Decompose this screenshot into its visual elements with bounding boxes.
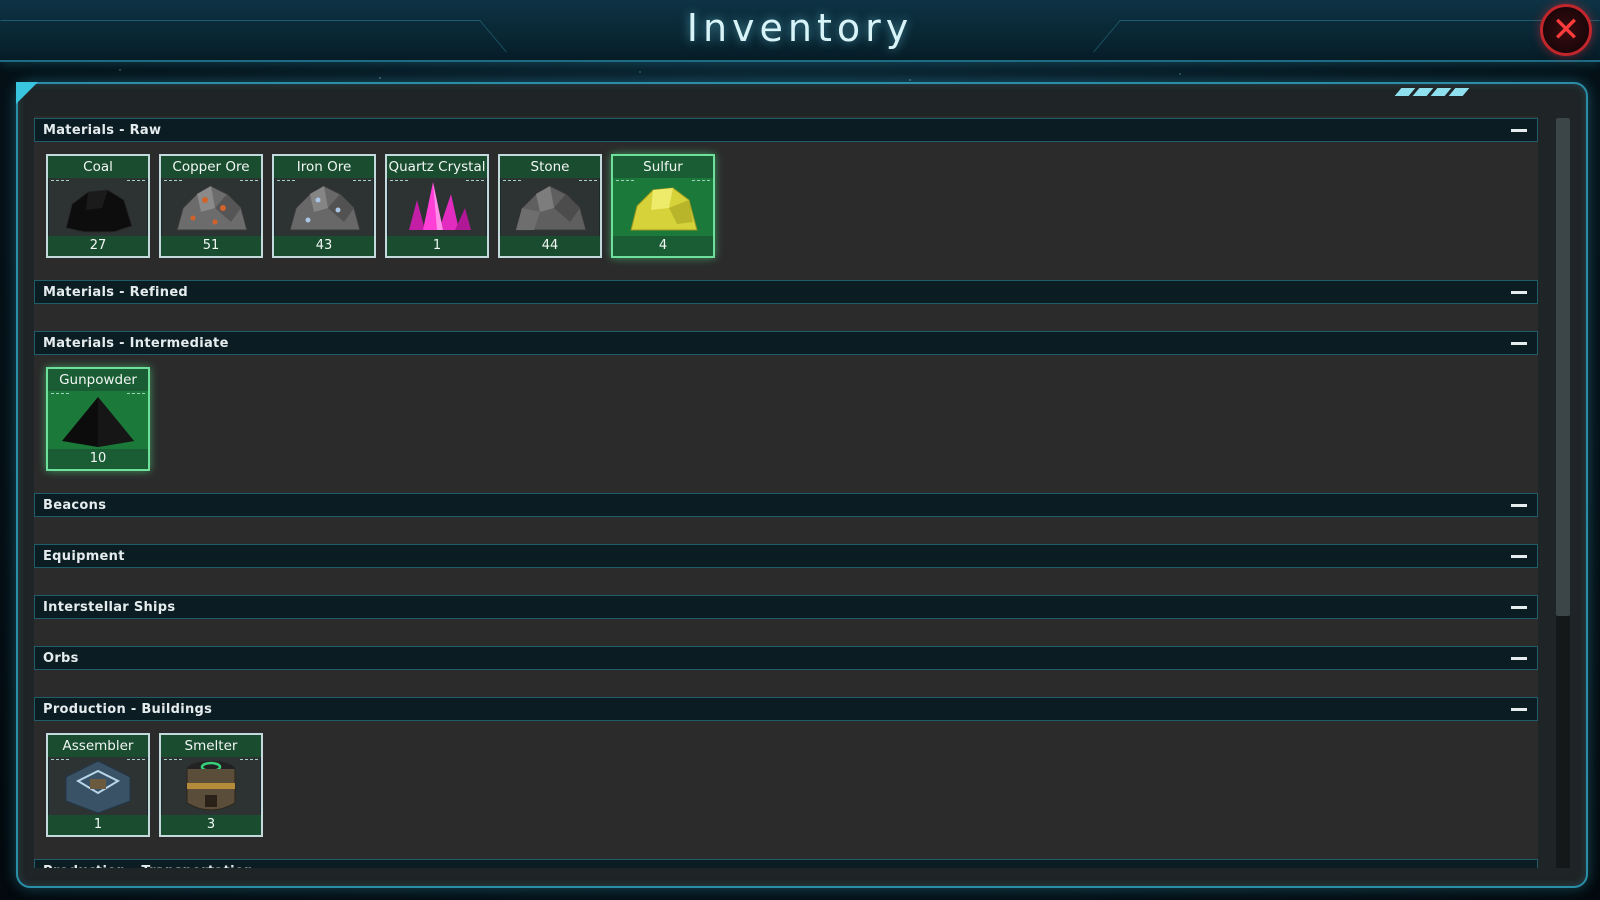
item-name: Sulfur: [613, 156, 713, 178]
section-header[interactable]: Materials - Raw: [34, 118, 1538, 142]
section-title: Production - Buildings: [43, 701, 213, 717]
section-title: Orbs: [43, 650, 79, 666]
section-body: [34, 619, 1538, 644]
inventory-item-tile[interactable]: Stone 44: [498, 154, 602, 258]
section-header[interactable]: Materials - Intermediate: [34, 331, 1538, 355]
inventory-list[interactable]: Materials - Raw Coal 27 Copper Ore 51 Iron Or…: [34, 116, 1538, 868]
inventory-panel: Materials - Raw Coal 27 Copper Ore 51 Iron Or…: [16, 82, 1588, 888]
item-name: Copper Ore: [161, 156, 261, 178]
item-count: 3: [161, 815, 261, 835]
collapse-minus-icon[interactable]: [1511, 605, 1527, 609]
item-count: 10: [48, 449, 148, 469]
scrollbar[interactable]: [1556, 118, 1570, 868]
inventory-item-tile[interactable]: Iron Ore 43: [272, 154, 376, 258]
item-count: 51: [161, 236, 261, 256]
section-title: Beacons: [43, 497, 107, 513]
item-name: Stone: [500, 156, 600, 178]
section-header[interactable]: Equipment: [34, 544, 1538, 568]
section-title: Equipment: [43, 548, 125, 564]
section-title: Production - Transportation: [43, 864, 254, 869]
iron-ore-icon: [284, 178, 364, 236]
section-body: [34, 304, 1538, 329]
section-body: Assembler 1 Smelter 3: [34, 721, 1538, 857]
item-name: Smelter: [161, 735, 261, 757]
frame-stripes-decoration: [1394, 88, 1470, 96]
inventory-item-tile[interactable]: Smelter 3: [159, 733, 263, 837]
section-header[interactable]: Production - Transportation: [34, 859, 1538, 868]
section-title: Materials - Refined: [43, 284, 189, 300]
item-count: 44: [500, 236, 600, 256]
gunpowder-icon: [58, 391, 138, 449]
close-button[interactable]: ✕: [1540, 4, 1592, 56]
item-name: Gunpowder: [48, 369, 148, 391]
collapse-minus-icon[interactable]: [1511, 554, 1527, 558]
section-header[interactable]: Materials - Refined: [34, 280, 1538, 304]
inventory-item-tile[interactable]: Gunpowder 10: [46, 367, 150, 471]
section-body: [34, 670, 1538, 695]
section-header[interactable]: Interstellar Ships: [34, 595, 1538, 619]
collapse-minus-icon[interactable]: [1511, 341, 1527, 345]
section-body: Gunpowder 10: [34, 355, 1538, 491]
title-bar: Inventory: [0, 0, 1600, 62]
coal-icon: [58, 178, 138, 236]
section-body: [34, 517, 1538, 542]
item-name: Assembler: [48, 735, 148, 757]
item-count: 1: [48, 815, 148, 835]
section-body: [34, 568, 1538, 593]
scrollbar-thumb[interactable]: [1556, 118, 1570, 616]
item-count: 4: [613, 236, 713, 256]
close-x-icon: ✕: [1551, 10, 1581, 50]
item-count: 43: [274, 236, 374, 256]
inventory-item-tile[interactable]: Coal 27: [46, 154, 150, 258]
sulfur-icon: [623, 178, 703, 236]
item-count: 27: [48, 236, 148, 256]
section-title: Materials - Intermediate: [43, 335, 229, 351]
collapse-minus-icon[interactable]: [1511, 128, 1527, 132]
collapse-minus-icon[interactable]: [1511, 290, 1527, 294]
item-name: Iron Ore: [274, 156, 374, 178]
quartz-crystal-icon: [397, 178, 477, 236]
item-name: Coal: [48, 156, 148, 178]
copper-ore-icon: [171, 178, 251, 236]
collapse-minus-icon[interactable]: [1511, 656, 1527, 660]
section-body: Coal 27 Copper Ore 51 Iron Ore 43 Quartz Cryst…: [34, 142, 1538, 278]
inventory-item-tile[interactable]: Copper Ore 51: [159, 154, 263, 258]
window-title: Inventory: [686, 6, 914, 50]
section-title: Interstellar Ships: [43, 599, 176, 615]
assembler-icon: [58, 757, 138, 815]
frame-corner-accent: [16, 82, 38, 104]
inventory-item-tile[interactable]: Assembler 1: [46, 733, 150, 837]
collapse-minus-icon[interactable]: [1511, 503, 1527, 507]
item-name: Quartz Crystal: [387, 156, 487, 178]
section-header[interactable]: Beacons: [34, 493, 1538, 517]
inventory-item-tile[interactable]: Quartz Crystal 1: [385, 154, 489, 258]
item-count: 1: [387, 236, 487, 256]
smelter-icon: [171, 757, 251, 815]
inventory-item-tile[interactable]: Sulfur 4: [611, 154, 715, 258]
section-title: Materials - Raw: [43, 122, 162, 138]
section-header[interactable]: Orbs: [34, 646, 1538, 670]
section-header[interactable]: Production - Buildings: [34, 697, 1538, 721]
collapse-minus-icon[interactable]: [1511, 707, 1527, 711]
stone-icon: [510, 178, 590, 236]
